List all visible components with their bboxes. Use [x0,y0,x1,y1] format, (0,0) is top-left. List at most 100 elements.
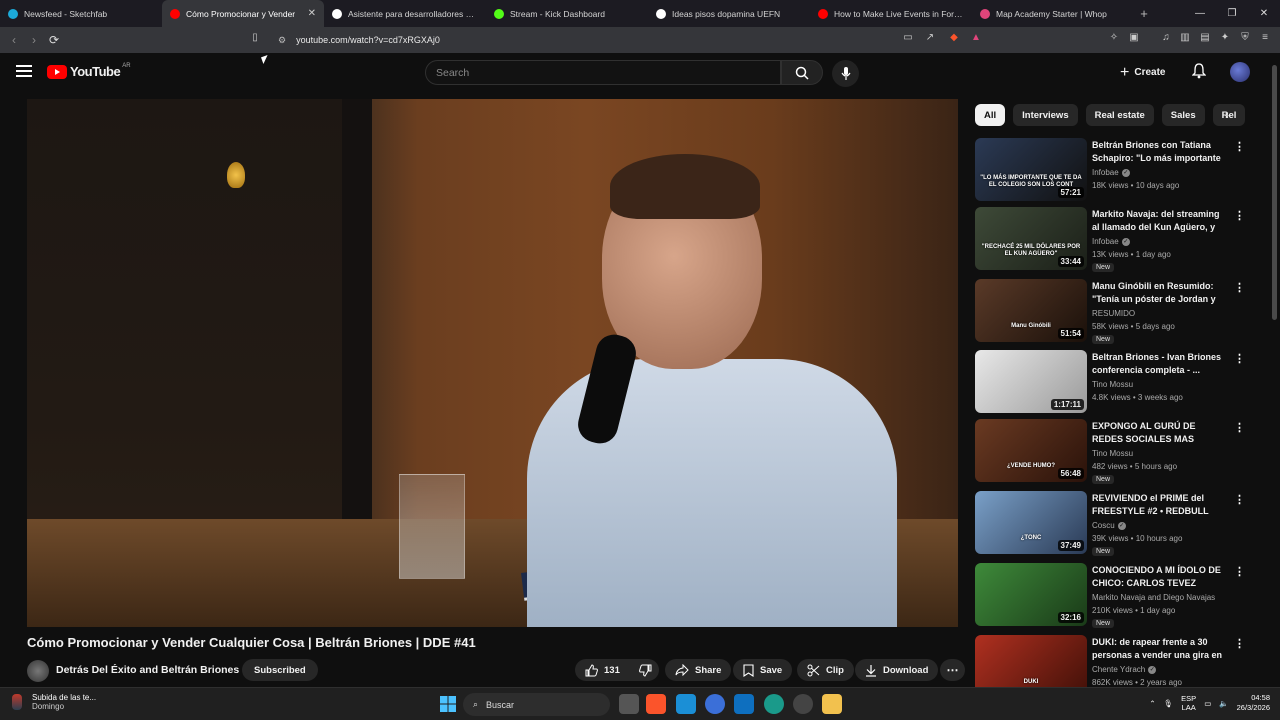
tab-close-icon[interactable]: ✕ [308,8,316,19]
search-input[interactable]: Search [425,60,781,85]
brave-shields-icon[interactable]: ◆ [946,32,962,48]
brave-rewards-icon[interactable]: ▲ [968,32,984,48]
video-thumbnail[interactable]: ¿VENDE HUMO? 56:48 [975,419,1087,482]
recommendation-item[interactable]: ¿TONC 37:49 REVIVIENDO el PRIME del FREEST… [975,491,1260,556]
vpn-icon[interactable]: ⛨ [1237,32,1253,48]
video-thumbnail[interactable]: ¿TONC 37:49 [975,491,1087,554]
save-button[interactable]: Save [733,659,793,681]
wallet-icon[interactable]: ▤ [1197,32,1213,48]
minimize-button[interactable]: — [1184,0,1216,27]
video-thumbnail[interactable]: 1:17:11 [975,350,1087,413]
video-thumbnail[interactable]: "RECHACÉ 25 MIL DÓLARES POR EL KUN AGÜER… [975,207,1087,270]
edge-icon[interactable] [764,694,784,714]
leo-icon[interactable]: ✦ [1217,32,1233,48]
new-tab-button[interactable]: + [1134,6,1154,21]
recommendation-title[interactable]: REVIVIENDO el PRIME del FREESTYLE #2 • R… [1092,492,1228,518]
recommendation-title[interactable]: Manu Ginóbili en Resumido: "Tenía un pós… [1092,280,1228,306]
omnibox[interactable]: ⚙ youtube.com/watch?v=cd7xRGXAj0 [270,30,990,50]
recommendation-channel[interactable]: Markito Navaja and Diego Navajas [1092,593,1215,602]
hamburger-menu-icon[interactable] [16,65,32,77]
chatgpt-icon[interactable] [793,694,813,714]
recommendation-channel[interactable]: Tino Mossu [1092,449,1133,458]
news-widget[interactable]: Subida de las te... Domingo [12,693,96,711]
more-options-icon[interactable]: ⋮ [1234,281,1245,295]
recommendation-item[interactable]: "LO MÁS IMPORTANTE QUE TE DA EL COLEGIO … [975,138,1260,202]
extensions-icon[interactable]: ✧ [1106,32,1122,48]
recommendation-channel[interactable]: Infobae ✓ [1092,237,1130,246]
taskbar-search[interactable]: ⌕ Buscar [463,693,610,716]
video-thumbnail[interactable]: 32:16 [975,563,1087,626]
recommendation-title[interactable]: Beltrán Briones con Tatiana Schapiro: "L… [1092,139,1228,165]
recommendation-channel[interactable]: Chente Ydrach ✓ [1092,665,1157,674]
recommendation-title[interactable]: Markito Navaja: del streaming al llamado… [1092,208,1228,234]
dislike-button[interactable] [632,659,659,681]
recommendation-channel[interactable]: RESUMIDO [1092,309,1135,318]
more-options-icon[interactable]: ⋮ [1234,352,1245,366]
recommendation-item[interactable]: "RECHACÉ 25 MIL DÓLARES POR EL KUN AGÜER… [975,207,1260,272]
channel-avatar[interactable] [27,660,49,682]
browser-tab[interactable]: Stream - Kick Dashboard [486,0,648,27]
recommendation-channel[interactable]: Tino Mossu [1092,380,1133,389]
reload-button[interactable]: ⟳ [44,33,64,47]
more-options-icon[interactable]: ⋮ [1234,565,1245,579]
more-options-icon[interactable]: ⋮ [1234,493,1245,507]
browser-tab[interactable]: Ideas pisos dopamina UEFN [648,0,810,27]
browser-tab[interactable]: Newsfeed - Sketchfab [0,0,162,27]
more-options-icon[interactable]: ⋮ [1234,421,1245,435]
page-scrollbar[interactable] [1270,53,1280,687]
volume-icon[interactable]: 🔈 [1219,699,1228,708]
recommendation-item[interactable]: 32:16 CONOCIENDO A MI ÍDOLO DE CHICO: CAR… [975,563,1260,628]
recommendation-title[interactable]: DUKI: de rapear frente a 30 personas a v… [1092,636,1228,662]
filter-chip[interactable]: Interviews [1013,104,1078,126]
download-button[interactable]: Download [855,659,939,681]
app-icon-blue[interactable] [676,694,696,714]
create-button[interactable]: + Create [1120,60,1165,85]
sidebar-icon[interactable]: ▥ [1177,32,1193,48]
filter-chip[interactable]: Real estate [1085,104,1154,126]
file-explorer-icon[interactable] [822,694,842,714]
voice-search-button[interactable] [832,60,859,87]
bookmark-icon[interactable]: ▯ [247,32,263,48]
filter-chip[interactable]: All [975,104,1006,126]
subscribed-button[interactable]: Subscribed [242,659,318,681]
browser-tab[interactable]: Asistente para desarrolladores de Ep [324,0,486,27]
app-icon-u[interactable] [705,694,725,714]
search-button[interactable] [781,60,823,85]
filter-chip[interactable]: Sales [1161,104,1205,126]
video-player[interactable] [27,99,958,627]
clock[interactable]: 04:58 26/3/2026 [1237,693,1270,713]
more-actions-button[interactable]: ⋯ [940,659,965,681]
recommendation-title[interactable]: CONOCIENDO A MI ÍDOLO DE CHICO: CARLOS T… [1092,564,1228,590]
media-icon[interactable]: ♫ [1158,32,1174,48]
browser-tab[interactable]: Map Academy Starter | Whop [972,0,1134,27]
share-page-icon[interactable]: ↗ [922,32,938,48]
maximize-button[interactable]: ❐ [1216,0,1248,27]
more-options-icon[interactable]: ⋮ [1234,637,1245,651]
menu-icon[interactable]: ≡ [1257,32,1273,48]
screenshot-icon[interactable]: ▣ [1126,32,1142,48]
account-avatar[interactable] [1230,62,1250,82]
notifications-button[interactable] [1191,63,1207,84]
browser-tab[interactable]: How to Make Live Events in Fortnite [810,0,972,27]
chips-next-button[interactable]: › [1216,104,1238,126]
more-options-icon[interactable]: ⋮ [1234,209,1245,223]
video-thumbnail[interactable]: Manu Ginóbili 51:54 [975,279,1087,342]
recommendation-channel[interactable]: Infobae ✓ [1092,168,1130,177]
recommendation-item[interactable]: ¿VENDE HUMO? 56:48 EXPONGO AL GURÚ DE REDE… [975,419,1260,484]
cast-icon[interactable]: ▭ [900,32,916,48]
close-window-button[interactable]: ✕ [1248,0,1280,27]
recommendation-title[interactable]: Beltran Briones - Ivan Briones conferenc… [1092,351,1228,377]
clip-button[interactable]: Clip [797,659,854,681]
tray-mic-icon[interactable]: 🎙 [1164,699,1174,708]
start-button[interactable] [438,694,458,714]
video-thumbnail[interactable]: "LO MÁS IMPORTANTE QUE TE DA EL COLEGIO … [975,138,1087,201]
recommendation-item[interactable]: Manu Ginóbili 51:54 Manu Ginóbili en Resum… [975,279,1260,344]
brave-browser-icon[interactable] [646,694,666,714]
more-options-icon[interactable]: ⋮ [1234,140,1245,154]
browser-tab[interactable]: Cómo Promocionar y Vender ✕ [162,0,324,27]
recommendation-channel[interactable]: Coscu ✓ [1092,521,1126,530]
scrollbar-thumb[interactable] [1272,65,1277,320]
forward-button[interactable]: › [24,33,44,47]
vscode-icon[interactable] [734,694,754,714]
task-view-icon[interactable] [619,694,639,714]
